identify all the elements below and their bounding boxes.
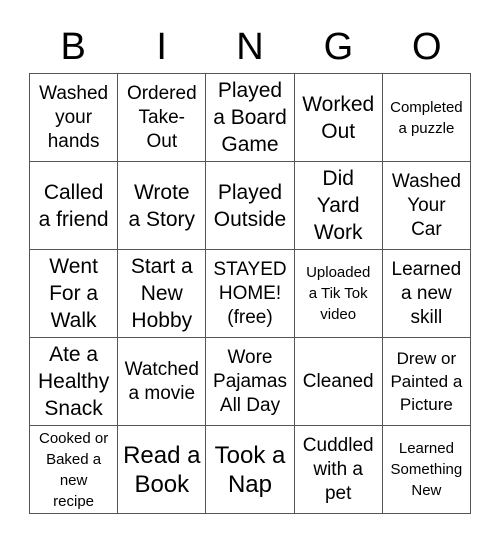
bingo-cell-label: Start a New Hobby [130,255,193,332]
bingo-cell[interactable]: Uploaded a Tik Tok video [294,250,383,338]
bingo-cell-label: Cooked or Baked a new recipe [38,429,109,510]
bingo-cell-label: Learned a new skill [391,258,462,328]
header-letter-b: B [60,26,86,68]
bingo-cell-label: Did Yard Work [313,167,363,244]
bingo-cell-label: Went For a Walk [49,255,99,332]
bingo-cell[interactable]: Cuddled with a pet [294,426,383,514]
bingo-cell[interactable]: Read a Book [118,426,207,514]
bingo-cell[interactable]: Completed a puzzle [382,74,471,162]
header-letter-n: N [236,26,264,68]
bingo-cell-label: Took a Nap [214,441,286,498]
bingo-cell-label: Ate a Healthy Snack [37,343,110,420]
bingo-cell-label: Read a Book [123,441,201,498]
header-letter-i: I [156,26,167,68]
header-letter-g: G [323,26,354,68]
bingo-cell-label: Called a friend [38,180,109,231]
bingo-cell-label: Washed your hands [39,82,109,152]
bingo-cell-label: Worked Out [302,92,375,143]
bingo-cell-label: Played a Board Game [213,79,287,156]
bingo-cell[interactable]: Washed Your Car [382,162,471,250]
bingo-grid: Washed your hands Ordered Take- Out Played… [29,73,471,514]
bingo-cell[interactable]: Played Outside [206,162,295,250]
bingo-cell-label: Wore Pajamas All Day [213,346,287,416]
bingo-cell-label: Washed Your Car [391,170,461,240]
bingo-cell[interactable]: Cleaned [294,338,383,426]
bingo-cell-label: Cleaned [302,370,374,392]
bingo-cell[interactable]: Start a New Hobby [118,250,207,338]
bingo-cell[interactable]: Wrote a Story [118,162,207,250]
bingo-cell[interactable]: Learned a new skill [382,250,471,338]
bingo-cell-label: Uploaded a Tik Tok video [306,264,371,323]
header-letter-o: O [412,26,442,68]
bingo-cell[interactable]: Worked Out [294,74,383,162]
bingo-cell[interactable]: Called a friend [30,162,119,250]
bingo-cell[interactable]: Watched a movie [118,338,207,426]
bingo-cell-label: Ordered Take- Out [126,82,197,152]
bingo-cell[interactable]: Washed your hands [30,74,119,162]
bingo-cell-label: Watched a movie [124,358,199,404]
bingo-cell[interactable]: Ordered Take- Out [118,74,207,162]
bingo-cell[interactable]: Took a Nap [206,426,295,514]
bingo-cell-label: Wrote a Story [128,180,196,231]
bingo-cell-label: Played Outside [213,180,287,231]
bingo-cell-label: Learned Something New [390,440,463,499]
bingo-cell-label: Drew or Painted a Picture [390,349,463,414]
bingo-cell[interactable]: Played a Board Game [206,74,295,162]
bingo-cell[interactable]: Ate a Healthy Snack [30,338,119,426]
bingo-header: B I N G O [29,22,471,72]
bingo-cell-label: STAYED HOME! (free) [213,258,287,328]
bingo-cell[interactable]: Drew or Painted a Picture [382,338,471,426]
bingo-cell-label: Cuddled with a pet [302,434,374,504]
bingo-cell[interactable]: Cooked or Baked a new recipe [30,426,119,514]
bingo-cell[interactable]: Learned Something New [382,426,471,514]
bingo-cell[interactable]: STAYED HOME! (free) [206,250,295,338]
bingo-cell-label: Completed a puzzle [390,98,463,137]
bingo-cell[interactable]: Did Yard Work [294,162,383,250]
bingo-cell[interactable]: Wore Pajamas All Day [206,338,295,426]
bingo-cell[interactable]: Went For a Walk [30,250,119,338]
